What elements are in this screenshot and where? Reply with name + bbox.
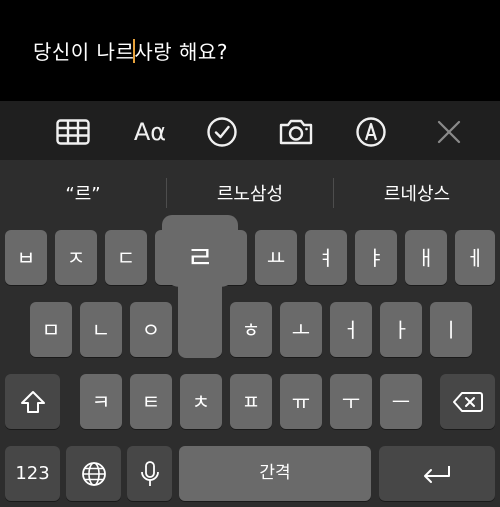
key-yeo[interactable]: ㅕ: [305, 230, 347, 285]
note-text-after: 사랑 해요?: [134, 40, 228, 64]
globe-icon: [81, 461, 106, 486]
key-yu[interactable]: ㅠ: [280, 374, 322, 429]
key-n[interactable]: ㄴ: [80, 302, 122, 357]
checklist-button[interactable]: [203, 113, 241, 151]
markup-pen-icon: [356, 117, 386, 147]
suggestion-2[interactable]: 르노삼성: [167, 176, 333, 210]
key-ae[interactable]: ㅐ: [405, 230, 447, 285]
close-button[interactable]: [430, 113, 468, 151]
key-ch[interactable]: ㅊ: [180, 374, 222, 429]
backspace-key[interactable]: [440, 374, 495, 429]
checklist-icon: [207, 117, 237, 147]
key-u[interactable]: ㅜ: [330, 374, 372, 429]
text-format-icon: Aα: [133, 118, 167, 146]
key-eo[interactable]: ㅓ: [330, 302, 372, 357]
camera-icon: [279, 119, 313, 145]
markup-button[interactable]: [352, 113, 390, 151]
note-text[interactable]: 당신이 나르사랑 해요?: [33, 36, 228, 65]
notes-toolbar: Aα: [0, 101, 500, 160]
key-a[interactable]: ㅏ: [380, 302, 422, 357]
camera-button[interactable]: [277, 113, 315, 151]
suggestion-1[interactable]: “르”: [0, 176, 166, 210]
key-d[interactable]: ㄷ: [105, 230, 147, 285]
table-button[interactable]: [54, 113, 92, 151]
key-h[interactable]: ㅎ: [230, 302, 272, 357]
note-text-before: 당신이 나르: [33, 40, 135, 64]
key-e[interactable]: ㅔ: [455, 230, 495, 285]
space-key[interactable]: 간격: [179, 446, 371, 501]
close-icon: [437, 120, 461, 144]
text-format-button[interactable]: Aα: [130, 113, 170, 151]
numbers-key[interactable]: 123: [5, 446, 60, 501]
backspace-icon: [452, 391, 483, 412]
suggestion-3[interactable]: 르네상스: [334, 176, 500, 210]
key-j[interactable]: ㅈ: [55, 230, 97, 285]
key-i[interactable]: ㅣ: [430, 302, 472, 357]
key-p[interactable]: ㅍ: [230, 374, 272, 429]
key-ng[interactable]: ㅇ: [130, 302, 172, 357]
globe-key[interactable]: [66, 446, 121, 501]
key-ya[interactable]: ㅑ: [355, 230, 397, 285]
dictation-key[interactable]: [127, 446, 172, 501]
key-popup-label: ㄹ: [186, 241, 214, 276]
shift-icon: [20, 390, 45, 413]
table-icon: [56, 119, 90, 145]
key-t[interactable]: ㅌ: [130, 374, 172, 429]
return-icon: [424, 465, 450, 483]
microphone-icon: [140, 460, 159, 486]
shift-key[interactable]: [5, 374, 60, 429]
key-k[interactable]: ㅋ: [80, 374, 122, 429]
key-o[interactable]: ㅗ: [280, 302, 322, 357]
key-yo[interactable]: ㅛ: [255, 230, 297, 285]
key-eu[interactable]: ㅡ: [380, 374, 422, 429]
note-body[interactable]: 당신이 나르사랑 해요?: [0, 0, 500, 101]
key-m[interactable]: ㅁ: [30, 302, 72, 357]
keyboard: “르” 르노삼성 르네상스 ㅂ ㅈ ㄷ ㄱ ㅅ ㅛ ㅕ ㅑ ㅐ ㅔ ㅁ ㄴ ㅇ …: [0, 160, 500, 507]
return-key[interactable]: [379, 446, 495, 501]
key-b[interactable]: ㅂ: [5, 230, 47, 285]
